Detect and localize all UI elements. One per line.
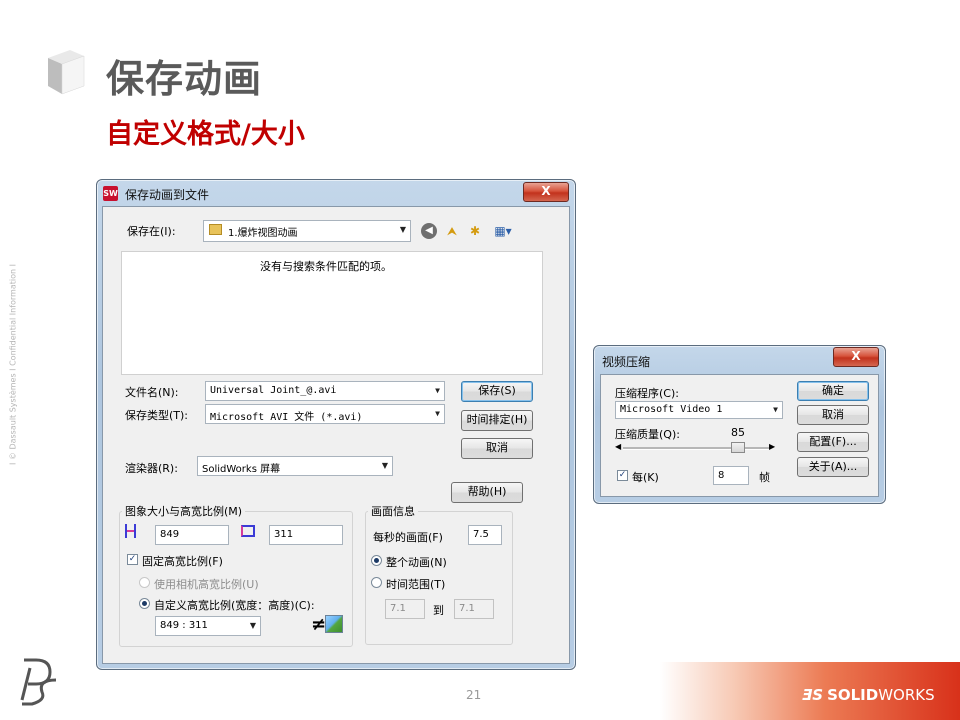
whole-animation-label: 整个动画(N)	[386, 556, 447, 569]
dialog-client-area: 保存在(I): 1.爆炸视图动画 ▼ ◀ ⮝ ✱ ▦▾ 没有与搜索条件匹配的项。…	[102, 206, 570, 664]
height-icon	[241, 525, 255, 537]
left-arrow-icon[interactable]: ◀	[615, 442, 621, 451]
width-input[interactable]: 849	[155, 525, 229, 545]
schedule-button[interactable]: 时间排定(H)	[461, 410, 533, 431]
save-animation-dialog: SW 保存动画到文件 X 保存在(I): 1.爆炸视图动画 ▼ ◀ ⮝ ✱ ▦▾…	[96, 179, 576, 670]
custom-ratio-radio[interactable]	[139, 598, 150, 609]
filetype-value: Microsoft AVI 文件 (*.avi)	[210, 412, 363, 423]
fixed-ratio-label: 固定高宽比例(F)	[142, 555, 223, 568]
compressor-value: Microsoft Video 1	[620, 404, 723, 415]
brand-works: WORKS	[878, 686, 935, 704]
range-to-label: 到	[433, 604, 444, 617]
up-folder-icon[interactable]: ⮝	[444, 223, 460, 239]
camera-ratio-radio[interactable]	[139, 577, 150, 588]
ds-mark-icon: ƎS	[802, 686, 824, 704]
compressor-label: 压缩程序(C):	[615, 387, 679, 400]
chevron-down-icon: ▼	[773, 405, 778, 414]
close-button[interactable]: X	[833, 347, 879, 367]
chevron-down-icon: ▼	[381, 461, 388, 470]
quality-label: 压缩质量(Q):	[615, 428, 680, 441]
camera-ratio-label: 使用相机高宽比例(U)	[154, 578, 259, 591]
whole-animation-radio[interactable]	[371, 555, 382, 566]
dialog-client-area: 压缩程序(C): Microsoft Video 1 ▼ 压缩质量(Q): 85…	[600, 374, 879, 497]
range-from-input[interactable]: 7.1	[385, 599, 425, 619]
help-button[interactable]: 帮助(H)	[451, 482, 523, 503]
slide-subtitle: 自定义格式/大小	[106, 119, 305, 150]
page-number: 21	[466, 688, 482, 702]
chevron-down-icon: ▼	[435, 409, 440, 418]
dassault-logo-icon	[20, 658, 57, 706]
video-compression-dialog: 视频压缩 X 压缩程序(C): Microsoft Video 1 ▼ 压缩质量…	[593, 345, 886, 504]
dialog-title: 视频压缩	[602, 355, 651, 369]
keyframe-checkbox[interactable]: ✓	[617, 470, 628, 481]
keyframe-input[interactable]: 8	[713, 466, 749, 485]
save-in-label: 保存在(I):	[127, 225, 176, 238]
new-folder-icon[interactable]: ✱	[467, 223, 483, 239]
image-preview-icon[interactable]	[325, 615, 343, 633]
chevron-down-icon: ▼	[399, 225, 406, 234]
file-list[interactable]: 没有与搜索条件匹配的项。	[121, 251, 543, 375]
quality-slider[interactable]: ◀ ▶	[615, 441, 777, 455]
custom-ratio-label: 自定义高宽比例(宽度：高度)(C):	[154, 599, 315, 612]
filetype-label: 保存类型(T):	[125, 409, 189, 422]
renderer-dropdown[interactable]: SolidWorks 屏幕 ▼	[197, 456, 393, 476]
save-in-value: 1.爆炸视图动画	[228, 228, 298, 239]
save-button[interactable]: 保存(S)	[461, 381, 533, 402]
ratio-value: 849 : 311	[160, 620, 208, 631]
quality-value: 85	[731, 426, 745, 439]
configure-button[interactable]: 配置(F)...	[797, 432, 869, 452]
fps-label: 每秒的画面(F)	[373, 531, 443, 544]
folder-icon	[209, 224, 222, 235]
ratio-dropdown[interactable]: 849 : 311 ▼	[155, 616, 261, 636]
solidworks-logo: ƎS SOLIDWORKS	[802, 686, 935, 704]
slider-track	[623, 447, 769, 450]
frame-info-group-title: 画面信息	[368, 503, 418, 519]
height-input[interactable]: 311	[269, 525, 343, 545]
filename-input[interactable]: Universal Joint_@.avi ▼	[205, 381, 445, 401]
brand-solid: SOLID	[827, 686, 879, 704]
save-in-dropdown[interactable]: 1.爆炸视图动画 ▼	[203, 220, 411, 242]
fixed-ratio-checkbox[interactable]: ✓	[127, 554, 138, 565]
back-icon[interactable]: ◀	[421, 223, 437, 239]
filetype-dropdown[interactable]: Microsoft AVI 文件 (*.avi) ▼	[205, 404, 445, 424]
dialog-title: 保存动画到文件	[125, 188, 210, 202]
renderer-value: SolidWorks 屏幕	[202, 464, 281, 475]
slide-title: 保存动画	[106, 57, 263, 101]
width-icon	[125, 524, 136, 538]
filename-label: 文件名(N):	[125, 386, 179, 399]
solidworks-app-icon: SW	[103, 186, 118, 201]
close-button[interactable]: X	[523, 182, 569, 202]
right-arrow-icon[interactable]: ▶	[769, 442, 775, 451]
about-button[interactable]: 关于(A)...	[797, 457, 869, 477]
cube-logo-icon	[48, 50, 85, 95]
not-equal-icon: ≠	[311, 614, 327, 635]
view-menu-icon[interactable]: ▦▾	[491, 223, 515, 239]
confidential-notice: I © Dassault Systèmes I Confidential Inf…	[8, 264, 18, 465]
frames-unit-label: 帧	[759, 471, 770, 484]
compressor-dropdown[interactable]: Microsoft Video 1 ▼	[615, 401, 783, 419]
ok-button[interactable]: 确定	[797, 381, 869, 401]
empty-list-message: 没有与搜索条件匹配的项。	[260, 260, 392, 273]
filename-value: Universal Joint_@.avi	[210, 385, 337, 396]
chevron-down-icon: ▼	[249, 621, 256, 630]
cancel-button[interactable]: 取消	[461, 438, 533, 459]
time-range-label: 时间范围(T)	[386, 578, 446, 591]
cancel-button[interactable]: 取消	[797, 405, 869, 425]
time-range-radio[interactable]	[371, 577, 382, 588]
image-size-group-title: 图象大小与高宽比例(M)	[122, 503, 246, 519]
chevron-down-icon: ▼	[435, 386, 440, 395]
keyframe-label: 每(K)	[632, 471, 659, 484]
slider-thumb[interactable]	[731, 442, 745, 453]
range-to-input[interactable]: 7.1	[454, 599, 494, 619]
renderer-label: 渲染器(R):	[125, 462, 178, 475]
fps-input[interactable]: 7.5	[468, 525, 502, 545]
